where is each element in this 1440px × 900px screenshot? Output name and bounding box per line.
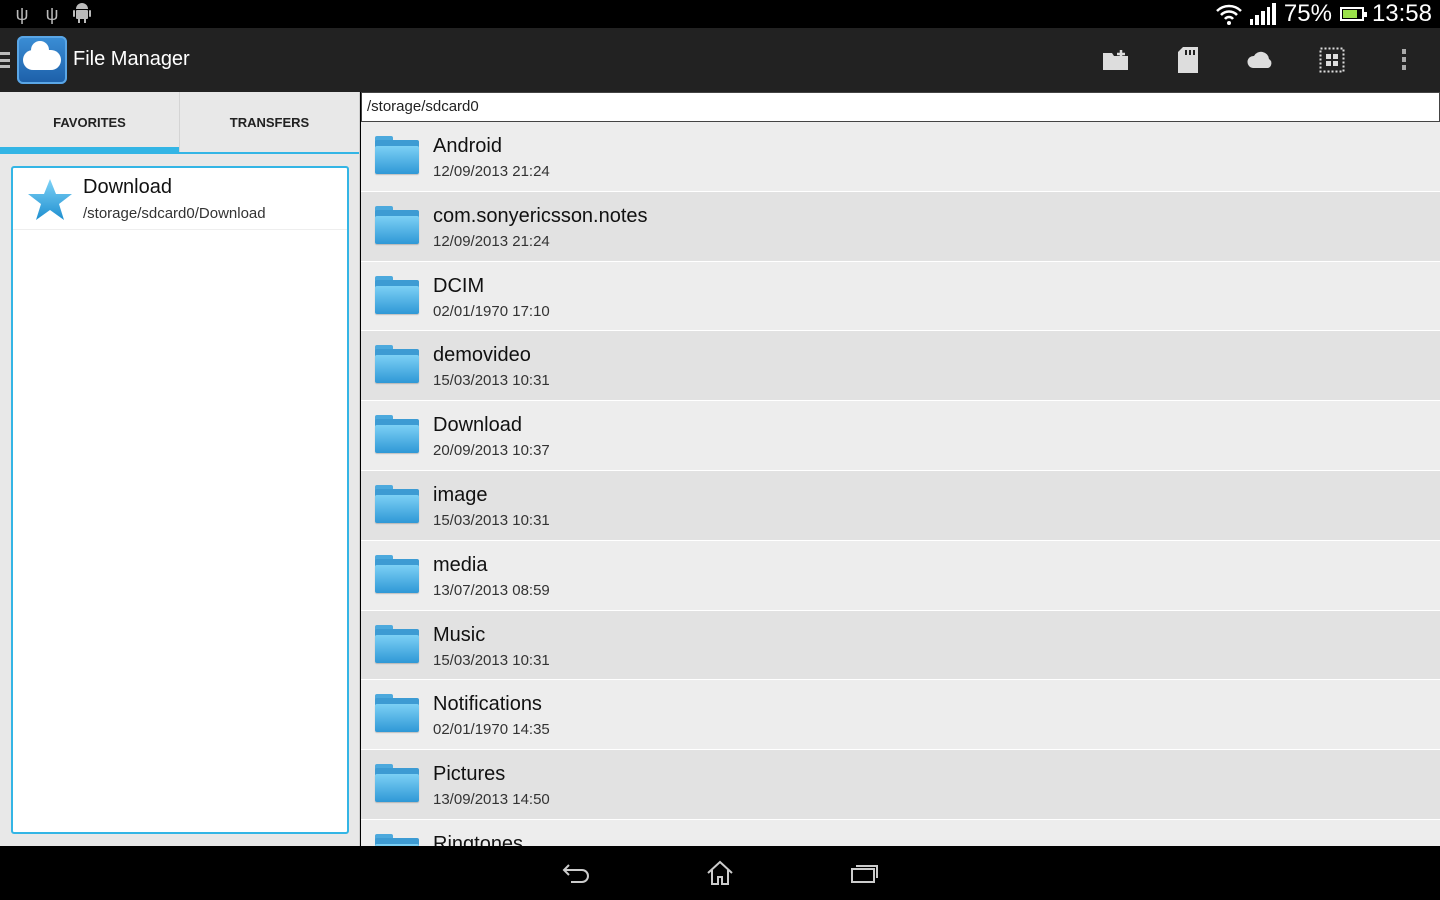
status-bar: ψ ψ 75% 13:58	[0, 0, 1440, 28]
file-row[interactable]: Pictures 13/09/2013 14:50	[361, 750, 1440, 820]
favorite-item[interactable]: Download /storage/sdcard0/Download	[13, 168, 347, 230]
file-name: com.sonyericsson.notes	[433, 204, 648, 227]
android-icon	[72, 3, 92, 25]
sd-card-button[interactable]	[1152, 28, 1224, 92]
file-row[interactable]: Android 12/09/2013 21:24	[361, 122, 1440, 192]
recent-apps-button[interactable]	[844, 858, 884, 888]
file-date: 15/03/2013 10:31	[433, 372, 550, 390]
overflow-menu-button[interactable]	[1368, 28, 1440, 92]
file-date: 02/01/1970 14:35	[433, 721, 550, 739]
file-browser-pane: /storage/sdcard0 Android 12/09/2013 21:2…	[361, 92, 1440, 846]
file-date: 12/09/2013 21:24	[433, 232, 550, 250]
file-name: demovideo	[433, 344, 531, 367]
file-name: media	[433, 553, 488, 576]
signal-icon	[1249, 3, 1276, 25]
file-name: Ringtones	[433, 832, 524, 846]
favorite-path: /storage/sdcard0/Download	[83, 205, 266, 222]
file-row[interactable]: Notifications 02/01/1970 14:35	[361, 680, 1440, 751]
usb-icon: ψ	[15, 4, 29, 24]
file-date: 13/07/2013 08:59	[433, 581, 550, 599]
left-pane: FAVORITES TRANSFERS Download /storage/sd…	[0, 92, 360, 846]
folder-icon	[375, 554, 419, 595]
file-row[interactable]: image 15/03/2013 10:31	[361, 470, 1440, 541]
select-all-button[interactable]	[1296, 28, 1368, 92]
folder-icon	[375, 345, 419, 385]
notification-icons: ψ ψ	[12, 3, 92, 25]
file-name: Download	[433, 414, 522, 437]
folder-icon	[375, 415, 419, 455]
file-row[interactable]: demovideo 15/03/2013 10:31	[361, 331, 1440, 402]
sd-card-icon	[1178, 47, 1198, 73]
file-row[interactable]: com.sonyericsson.notes 12/09/2013 21:24	[361, 191, 1440, 262]
drawer-indicator-icon[interactable]	[0, 52, 10, 68]
favorites-list: Download /storage/sdcard0/Download	[11, 166, 349, 834]
file-list: Android 12/09/2013 21:24 com.sonyericsso…	[361, 122, 1440, 846]
back-icon	[562, 864, 589, 883]
home-button[interactable]	[700, 858, 740, 888]
recent-apps-icon	[851, 865, 878, 883]
battery-icon	[1339, 7, 1367, 21]
battery-percent: 75%	[1283, 0, 1332, 27]
folder-icon	[375, 205, 419, 246]
folder-icon	[375, 484, 419, 525]
overflow-menu-icon	[1402, 49, 1406, 70]
file-date: 15/03/2013 10:31	[433, 511, 550, 529]
folder-icon	[375, 764, 419, 804]
home-icon	[707, 860, 733, 885]
path-bar[interactable]: /storage/sdcard0	[361, 92, 1440, 122]
tab-bar: FAVORITES TRANSFERS	[0, 92, 359, 154]
usb-debug-icon: ψ	[45, 4, 59, 24]
file-date: 02/01/1970 17:10	[433, 302, 550, 320]
file-date: 20/09/2013 10:37	[433, 442, 550, 460]
back-button[interactable]	[556, 858, 596, 888]
new-folder-icon	[1103, 50, 1128, 70]
file-row[interactable]: DCIM 02/01/1970 17:10	[361, 261, 1440, 332]
new-folder-button[interactable]	[1080, 28, 1152, 92]
favorite-name: Download	[83, 176, 172, 198]
file-date: 12/09/2013 21:24	[433, 163, 550, 180]
navigation-bar	[0, 846, 1440, 900]
app-title: File Manager	[73, 48, 190, 70]
select-all-icon	[1319, 47, 1345, 73]
file-row[interactable]: Download 20/09/2013 10:37	[361, 401, 1440, 471]
star-icon	[28, 179, 72, 220]
file-name: Notifications	[433, 693, 542, 716]
file-name: Pictures	[433, 763, 506, 786]
file-row[interactable]: Music 15/03/2013 10:31	[361, 610, 1440, 681]
cloud-icon	[1247, 51, 1272, 68]
file-row[interactable]: media 13/07/2013 08:59	[361, 540, 1440, 611]
tab-favorites[interactable]: FAVORITES	[0, 92, 179, 152]
file-date: 13/09/2013 14:50	[433, 791, 550, 809]
file-name: DCIM	[433, 274, 485, 297]
folder-icon	[375, 275, 419, 316]
file-name: image	[433, 483, 488, 506]
file-date: 15/03/2013 10:31	[433, 651, 550, 669]
action-bar: File Manager	[0, 28, 1440, 92]
tab-transfers[interactable]: TRANSFERS	[179, 92, 359, 152]
clock: 13:58	[1371, 0, 1432, 27]
folder-icon	[375, 833, 419, 846]
folder-icon	[375, 136, 419, 176]
file-name: Android	[433, 135, 502, 157]
file-row[interactable]: Ringtones	[361, 819, 1440, 846]
cloud-button[interactable]	[1224, 28, 1296, 92]
file-name: Music	[433, 623, 486, 646]
folder-icon	[375, 694, 419, 734]
folder-icon	[375, 624, 419, 665]
app-logo-icon[interactable]	[17, 36, 67, 84]
wifi-icon	[1216, 3, 1242, 25]
